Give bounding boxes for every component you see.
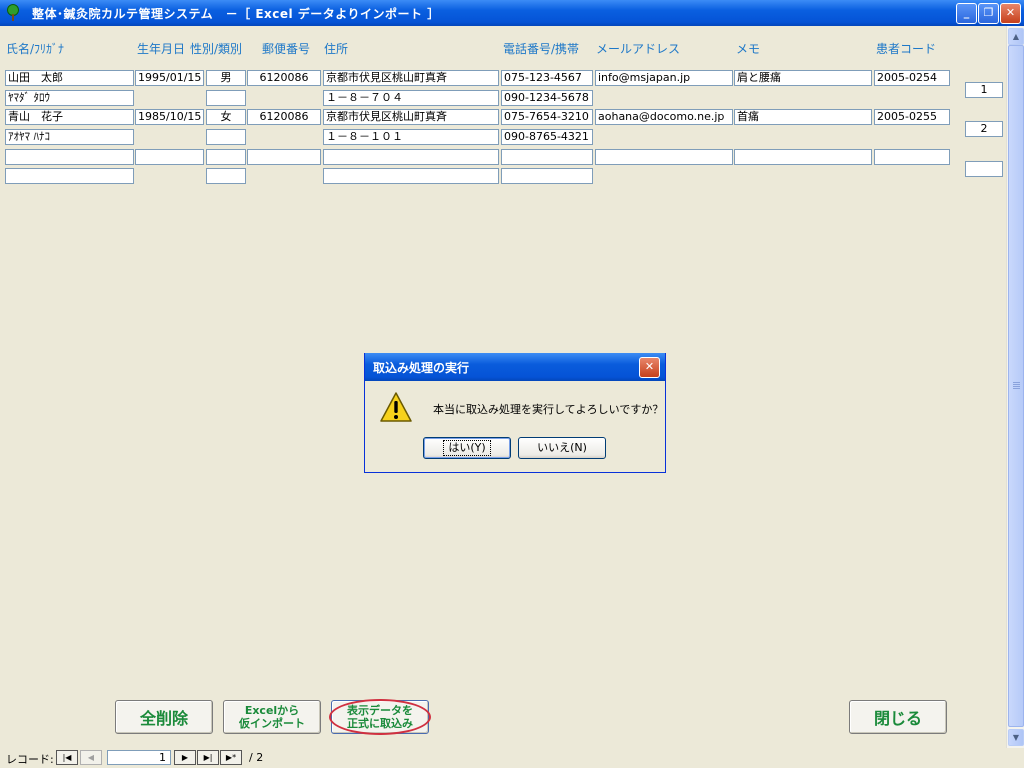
new-type-field[interactable] <box>206 168 246 184</box>
gender-field[interactable]: 女 <box>206 109 246 125</box>
new-memo-field[interactable] <box>734 149 872 165</box>
scroll-up-icon[interactable]: ▲ <box>1008 28 1024 45</box>
column-header-name: 氏名/ﾌﾘｶﾞﾅ <box>6 42 65 56</box>
kana-field[interactable]: ｱｵﾔﾏ ﾊﾅｺ <box>5 129 134 145</box>
new-birthdate-field[interactable] <box>135 149 204 165</box>
yes-label: はい(Y) <box>443 440 491 456</box>
first-record-icon[interactable]: |◀ <box>56 750 78 765</box>
new-phone-field[interactable] <box>501 149 593 165</box>
minimize-icon[interactable]: _ <box>956 3 977 24</box>
phone-field[interactable]: 075-123-4567 <box>501 70 593 86</box>
new-postal-field[interactable] <box>247 149 321 165</box>
warning-icon <box>380 392 412 422</box>
record-label: レコード: <box>6 753 54 766</box>
next-record-icon[interactable]: ▶ <box>174 750 196 765</box>
dialog-close-icon[interactable]: ✕ <box>639 357 660 378</box>
yes-button[interactable]: はい(Y) <box>423 437 511 459</box>
column-header-memo: メモ <box>736 42 761 56</box>
address2-field[interactable]: １－８－７０４ <box>323 90 499 106</box>
address1-field[interactable]: 京都市伏見区桃山町真斉 <box>323 109 499 125</box>
excel-import-label-line2: 仮インポート <box>239 717 305 730</box>
new-patient-code-field[interactable] <box>874 149 950 165</box>
birthdate-field[interactable]: 1985/10/15 <box>135 109 204 125</box>
column-header-address: 住所 <box>324 42 349 56</box>
no-label: いいえ(N) <box>537 441 587 454</box>
window-title: 整体･鍼灸院カルテ管理システム －［ Excel データよりインポート ］ <box>32 7 440 21</box>
mobile-field[interactable]: 090-8765-4321 <box>501 129 593 145</box>
kana-field[interactable]: ﾔﾏﾀﾞ ﾀﾛｳ <box>5 90 134 106</box>
name-field[interactable]: 山田 太郎 <box>5 70 134 86</box>
close-button[interactable]: 閉じる <box>849 700 947 734</box>
memo-field[interactable]: 首痛 <box>734 109 872 125</box>
column-header-gender-type: 性別/類別 <box>190 42 243 56</box>
no-button[interactable]: いいえ(N) <box>518 437 606 459</box>
gender-field[interactable]: 男 <box>206 70 246 86</box>
commit-import-label-line2: 正式に取込み <box>347 717 413 730</box>
new-kana-field[interactable] <box>5 168 134 184</box>
record-navigation: レコード: |◀ ◀ 1 ▶ ▶| ▶* / 2 <box>0 748 1006 768</box>
delete-all-button[interactable]: 全削除 <box>115 700 213 734</box>
restore-icon[interactable]: ❐ <box>978 3 999 24</box>
name-field[interactable]: 青山 花子 <box>5 109 134 125</box>
close-icon[interactable]: ✕ <box>1000 3 1021 24</box>
new-mobile-field[interactable] <box>501 168 593 184</box>
type-field[interactable] <box>206 129 246 145</box>
column-header-phone: 電話番号/携帯 <box>503 42 580 56</box>
postal-field[interactable]: 6120086 <box>247 70 321 86</box>
dialog-message: 本当に取込み処理を実行してよろしいですか？ <box>433 403 664 416</box>
scroll-down-icon[interactable]: ▼ <box>1008 729 1024 746</box>
column-header-email: メールアドレス <box>596 42 681 56</box>
email-field[interactable]: info@msjapan.jp <box>595 70 733 86</box>
dialog-title: 取込み処理の実行 <box>365 353 665 381</box>
delete-all-label: 全削除 <box>139 709 188 728</box>
column-header-postal: 郵便番号 <box>262 42 311 56</box>
new-address2-field[interactable] <box>323 168 499 184</box>
tree-app-icon <box>7 4 19 21</box>
column-header-patient-code: 患者コード <box>876 42 937 56</box>
excel-import-button[interactable]: Excelから 仮インポート <box>223 700 321 734</box>
address2-field[interactable]: １－８－１０１ <box>323 129 499 145</box>
commit-import-button[interactable]: 表示データを 正式に取込み <box>331 700 429 734</box>
commit-import-label-line1: 表示データを <box>347 704 413 717</box>
new-record-icon[interactable]: ▶* <box>220 750 242 765</box>
birthdate-field[interactable]: 1995/01/15 <box>135 70 204 86</box>
type-field[interactable] <box>206 90 246 106</box>
last-record-icon[interactable]: ▶| <box>197 750 219 765</box>
new-name-field[interactable] <box>5 149 134 165</box>
excel-import-label-line1: Excelから <box>244 704 300 717</box>
close-label: 閉じる <box>873 709 922 728</box>
row-number: 1 <box>965 82 1003 98</box>
confirm-dialog: 取込み処理の実行 ✕ 本当に取込み処理を実行してよろしいですか？ はい(Y) い… <box>364 353 666 473</box>
title-bar: 整体･鍼灸院カルテ管理システム －［ Excel データよりインポート ］ _ … <box>0 0 1024 26</box>
mobile-field[interactable]: 090-1234-5678 <box>501 90 593 106</box>
new-row-number <box>965 161 1003 177</box>
new-address1-field[interactable] <box>323 149 499 165</box>
row-number: 2 <box>965 121 1003 137</box>
postal-field[interactable]: 6120086 <box>247 109 321 125</box>
scroll-thumb[interactable] <box>1008 45 1024 727</box>
phone-field[interactable]: 075-7654-3210 <box>501 109 593 125</box>
new-email-field[interactable] <box>595 149 733 165</box>
column-header-birthdate: 生年月日 <box>137 42 186 56</box>
vertical-scrollbar[interactable]: ▲ ▼ <box>1006 26 1024 748</box>
new-gender-field[interactable] <box>206 149 246 165</box>
record-total: / 2 <box>249 751 264 764</box>
patient-code-field[interactable]: 2005-0254 <box>874 70 950 86</box>
email-field[interactable]: aohana@docomo.ne.jp <box>595 109 733 125</box>
current-record-input[interactable]: 1 <box>107 750 171 765</box>
patient-code-field[interactable]: 2005-0255 <box>874 109 950 125</box>
memo-field[interactable]: 肩と腰痛 <box>734 70 872 86</box>
previous-record-icon[interactable]: ◀ <box>80 750 102 765</box>
address1-field[interactable]: 京都市伏見区桃山町真斉 <box>323 70 499 86</box>
